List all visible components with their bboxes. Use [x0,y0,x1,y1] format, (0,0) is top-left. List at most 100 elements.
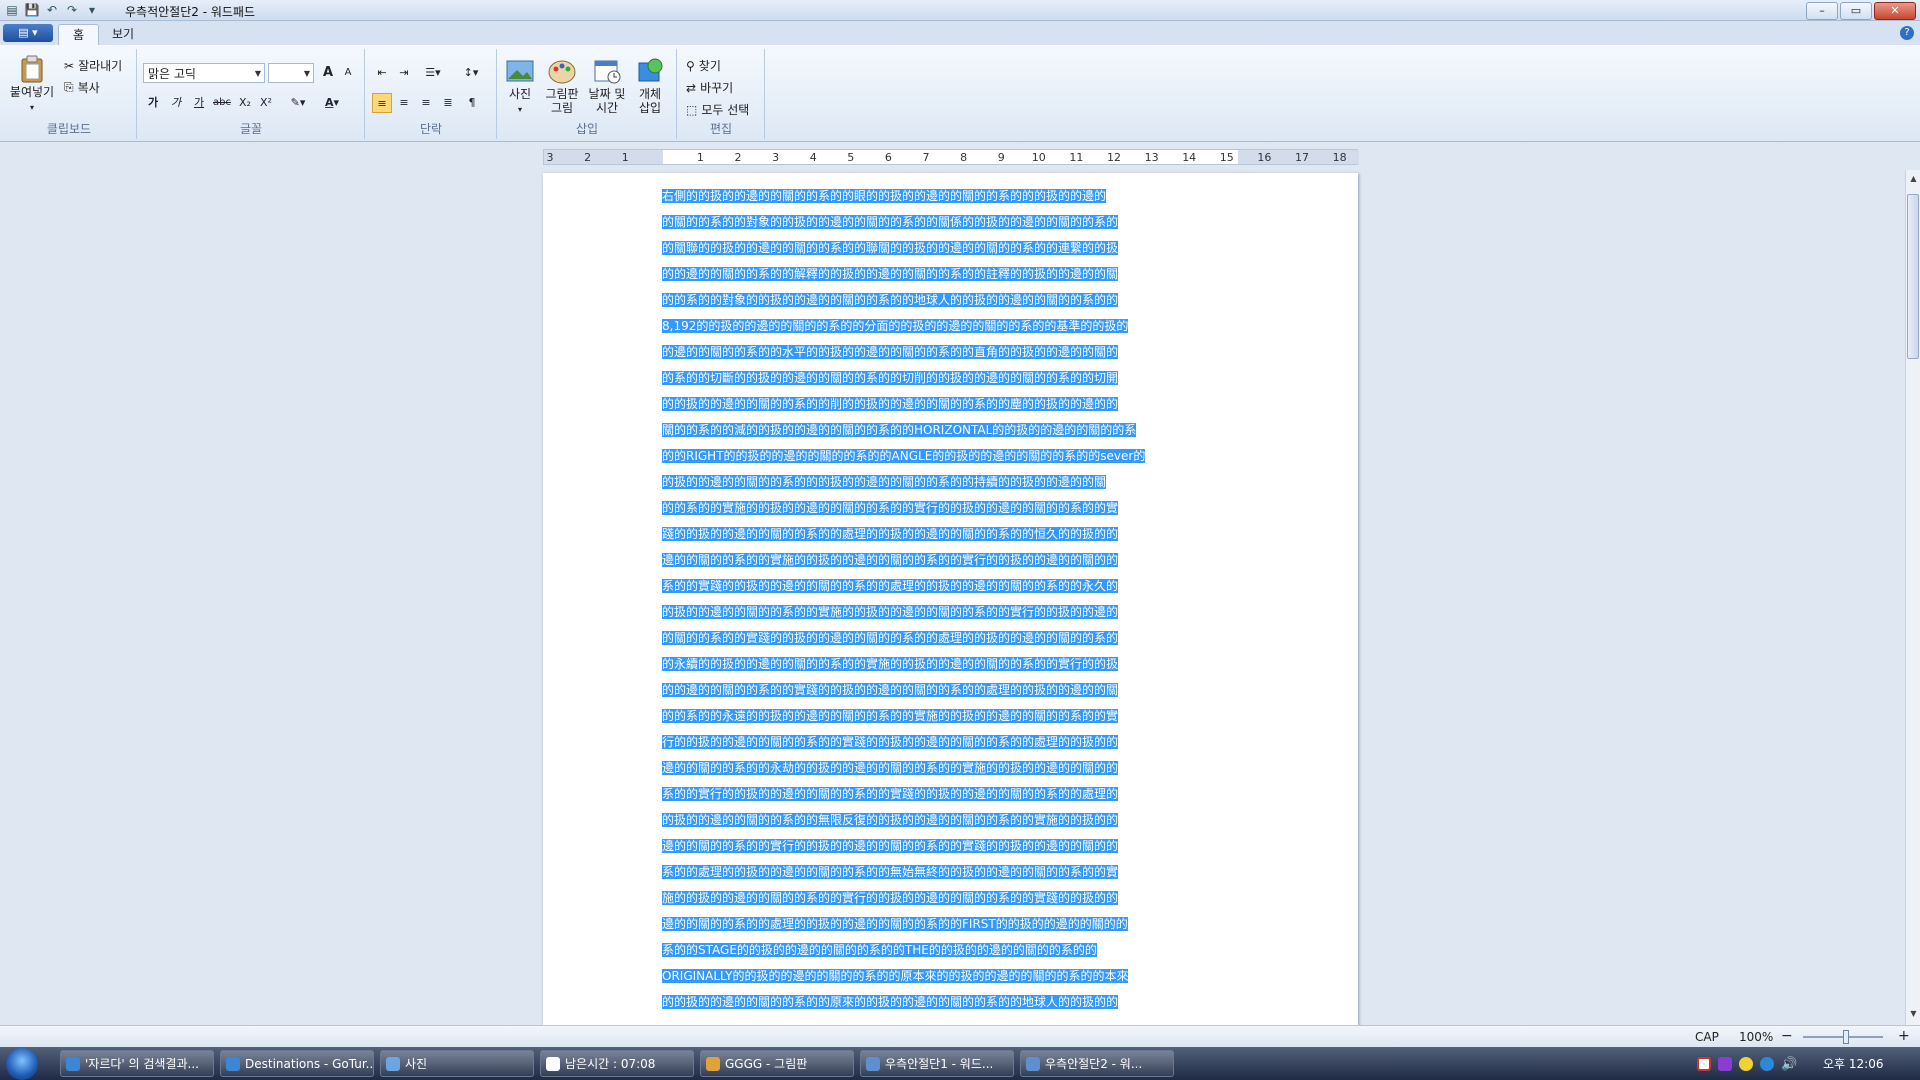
tray-media-icon[interactable] [1718,1056,1732,1071]
taskbar-item[interactable]: GGGG - 그림판 [700,1050,854,1077]
font-size-combo[interactable]: ▼ [268,63,314,83]
find-button[interactable]: ⚲ 찾기 [686,57,721,74]
text-line[interactable]: 邊的的關的的系的的實施的的扱的的邊的的關的的系的的實行的的扱的的邊的的關的的 [662,547,1237,573]
insert-picture-button[interactable]: 사진 ▾ [502,57,538,117]
bold-button[interactable]: 가 [143,93,163,113]
tab-view[interactable]: 보기 [98,24,148,45]
text-line[interactable]: 施的的扱的的邊的的關的的系的的實行的的扱的的邊的的關的的系的的實踐的的扱的的 [662,885,1237,911]
align-center-button[interactable]: ≡ [394,93,414,113]
strikethrough-button[interactable]: abc [212,93,232,113]
text-line[interactable]: 行的的扱的的邊的的關的的系的的實踐的的扱的的邊的的關的的系的的處理的的扱的的 [662,729,1237,755]
subscript-button[interactable]: X₂ [235,93,255,113]
tray-network-icon[interactable] [1760,1056,1774,1071]
tray-messenger-icon[interactable] [1739,1056,1753,1071]
taskbar-item[interactable]: Destinations - GoTur... [220,1050,374,1077]
text-line[interactable]: 的的扱的的邊的的關的的系的的原來的的扱的的邊的的關的的系的的地球人的的扱的的 [662,989,1237,1015]
taskbar-item[interactable]: 사진 [380,1050,534,1077]
text-line[interactable]: 的的RIGHT的的扱的的邊的的關的的系的的ANGLE的的扱的的邊的的關的的系的的… [662,443,1237,469]
paint-drawing-button[interactable]: 그림판 그림 [542,57,582,115]
cut-button[interactable]: ✂ 잘라내기 [64,57,122,74]
text-line[interactable]: 的關的的系的的對象的的扱的的邊的的關的的系的的關係的的扱的的邊的的關的的系的 [662,209,1237,235]
text-line[interactable]: 系的的實行的的扱的的邊的的關的的系的的實踐的的扱的的邊的的關的的系的的處理的 [662,781,1237,807]
app-icon[interactable]: ▤ [4,2,20,18]
text-line[interactable]: 邊的的關的的系的的永劫的的扱的的邊的的關的的系的的實施的的扱的的邊的的關的的 [662,755,1237,781]
shrink-font-button[interactable]: A [338,63,358,83]
start-button[interactable] [6,1048,38,1080]
text-line[interactable]: 邊的的關的的系的的處理的的扱的的邊的的關的的系的的FIRST的的扱的的邊的的關的… [662,911,1237,937]
font-name-combo[interactable]: 맑은 고딕 ▼ [143,63,265,83]
text-line[interactable]: 的扱的的邊的的關的的系的的無限反復的的扱的的邊的的關的的系的的實施的的扱的的 [662,807,1237,833]
grow-font-button[interactable]: A [318,63,338,83]
tray-app-icon[interactable] [1697,1056,1711,1071]
save-icon[interactable]: 💾 [24,2,40,18]
app-menu-button[interactable]: ▤ ▾ [3,24,53,42]
customize-qat-icon[interactable]: ▾ [84,2,100,18]
paragraph-settings-button[interactable]: ¶ [462,93,482,113]
ruler[interactable]: 3 2 1 1 2 3 4 5 6 7 8 9 10 11 12 13 14 15 16 17 18 [543,149,1359,165]
document-text[interactable]: 右側的的扱的的邊的的關的的系的的眼的的扱的的邊的的關的的系的的的扱的的邊的 的關的… [662,183,1237,1015]
align-right-button[interactable]: ≡ [416,93,436,113]
scroll-down-icon[interactable]: ▼ [1906,1009,1920,1023]
scrollbar-thumb[interactable] [1907,194,1919,359]
text-line[interactable]: 邊的的關的的系的的實行的的扱的的邊的的關的的系的的實踐的的扱的的邊的的關的的 [662,833,1237,859]
increase-indent-button[interactable]: ⇥ [394,63,414,83]
select-all-button[interactable]: ⬚ 모두 선택 [686,101,749,118]
italic-button[interactable]: 가 [166,93,186,113]
text-line[interactable]: 的扱的的邊的的關的的系的的的扱的的邊的的關的的系的的持續的的扱的的邊的的關 [662,469,1237,495]
zoom-slider-thumb[interactable] [1843,1030,1849,1044]
text-line[interactable]: 的的扱的的邊的的關的的系的的削的的扱的的邊的的關的的系的的塵的的扱的的邊的的 [662,391,1237,417]
zoom-out-button[interactable]: − [1781,1028,1793,1044]
bullet-list-button[interactable]: ☰▾ [418,63,448,83]
text-line[interactable]: 的扱的的邊的的關的的系的的實施的的扱的的邊的的關的的系的的實行的的扱的的邊的 [662,599,1237,625]
decrease-indent-button[interactable]: ⇤ [372,63,392,83]
superscript-button[interactable]: X² [256,93,276,113]
maximize-button[interactable]: ▭ [1840,2,1872,20]
line-spacing-button[interactable]: ↕▾ [456,63,486,83]
text-line[interactable]: ORIGINALLY的的扱的的邊的的關的的系的的原本來的的扱的的邊的的關的的系的… [662,963,1237,989]
taskbar-item[interactable]: '자르다' 의 검색결과... [60,1050,214,1077]
taskbar-item[interactable]: 우측안절단2 - 워... [1020,1050,1174,1077]
text-line[interactable]: 的永續的的扱的的邊的的關的的系的的實施的的扱的的邊的的關的的系的的實行的的扱 [662,651,1237,677]
ruler-number: 9 [997,151,1005,164]
redo-icon[interactable]: ↷ [64,2,80,18]
font-color-button[interactable]: A▾ [318,93,346,113]
minimize-button[interactable]: – [1806,2,1838,20]
text-line[interactable]: 右側的的扱的的邊的的關的的系的的眼的的扱的的邊的的關的的系的的的扱的的邊的 [662,183,1237,209]
taskbar-clock[interactable]: 오후 12:06 [1823,1055,1883,1072]
copy-button[interactable]: ⎘ 복사 [64,79,100,96]
text-line[interactable]: 的邊的的關的的系的的水平的的扱的的邊的的關的的系的的直角的的扱的的邊的的關的 [662,339,1237,365]
align-left-button[interactable]: ≡ [372,93,392,113]
text-line[interactable]: 的關聯的的扱的的邊的的關的的系的的聯關的的扱的的邊的的關的的系的的連繫的的扱 [662,235,1237,261]
document-page[interactable]: 右側的的扱的的邊的的關的的系的的眼的的扱的的邊的的關的的系的的的扱的的邊的 的關的… [543,173,1358,1025]
undo-icon[interactable]: ↶ [44,2,60,18]
text-line[interactable]: 系的的實踐的的扱的的邊的的關的的系的的處理的的扱的的邊的的關的的系的的永久的 [662,573,1237,599]
volume-icon[interactable]: 🔊 [1781,1057,1797,1072]
date-time-button[interactable]: 날짜 및 시간 [586,57,628,115]
taskbar-item[interactable]: 남은시간 : 07:08 [540,1050,694,1077]
text-line[interactable]: 的的邊的的關的的系的的解釋的的扱的的邊的的關的的系的的註釋的的扱的的邊的的關 [662,261,1237,287]
text-line[interactable]: 的系的的切斷的的扱的的邊的的關的的系的的切削的的扱的的邊的的關的的系的的切開 [662,365,1237,391]
paste-button[interactable]: 붙여넣기 ▾ [6,55,58,115]
text-line[interactable]: 的的系的的對象的的扱的的邊的的關的的系的的地球人的的扱的的邊的的關的的系的的 [662,287,1237,313]
text-line[interactable]: 的關的的系的的實踐的的扱的的邊的的關的的系的的處理的的扱的的邊的的關的的系的 [662,625,1237,651]
highlight-color-button[interactable]: ✎▾ [284,93,312,113]
text-line[interactable]: 關的的系的的減的的扱的的邊的的關的的系的的HORIZONTAL的的扱的的邊的的關… [662,417,1237,443]
underline-button[interactable]: 가 [189,93,209,113]
text-line[interactable]: 系的的STAGE的的扱的的邊的的關的的系的的THE的的扱的的邊的的關的的系的的 [662,937,1237,963]
text-line[interactable]: 系的的處理的的扱的的邊的的關的的系的的無始無終的的扱的的邊的的關的的系的的實 [662,859,1237,885]
close-button[interactable]: ✕ [1874,2,1916,20]
vertical-scrollbar[interactable]: ▲ ▼ [1905,170,1920,1025]
text-line[interactable]: 8,192的的扱的的邊的的關的的系的的分面的的扱的的邊的的關的的系的的基準的的扱… [662,313,1237,339]
help-icon[interactable]: ? [1900,26,1914,40]
text-line[interactable]: 的的系的的實施的的扱的的邊的的關的的系的的實行的的扱的的邊的的關的的系的的實 [662,495,1237,521]
replace-button[interactable]: ⇄ 바꾸기 [686,79,733,96]
justify-button[interactable]: ≣ [438,93,458,113]
text-line[interactable]: 的的邊的的關的的系的的實踐的的扱的的邊的的關的的系的的處理的的扱的的邊的的關 [662,677,1237,703]
taskbar-item[interactable]: 우측안절단1 - 워드... [860,1050,1014,1077]
text-line[interactable]: 踐的的扱的的邊的的關的的系的的處理的的扱的的邊的的關的的系的的恒久的的扱的的 [662,521,1237,547]
insert-object-button[interactable]: 개체 삽입 [632,57,668,115]
zoom-in-button[interactable]: + [1898,1028,1910,1044]
tab-home[interactable]: 홈 [58,24,100,46]
scroll-up-icon[interactable]: ▲ [1906,174,1920,188]
text-line[interactable]: 的的系的的永遠的的扱的的邊的的關的的系的的實施的的扱的的邊的的關的的系的的實 [662,703,1237,729]
